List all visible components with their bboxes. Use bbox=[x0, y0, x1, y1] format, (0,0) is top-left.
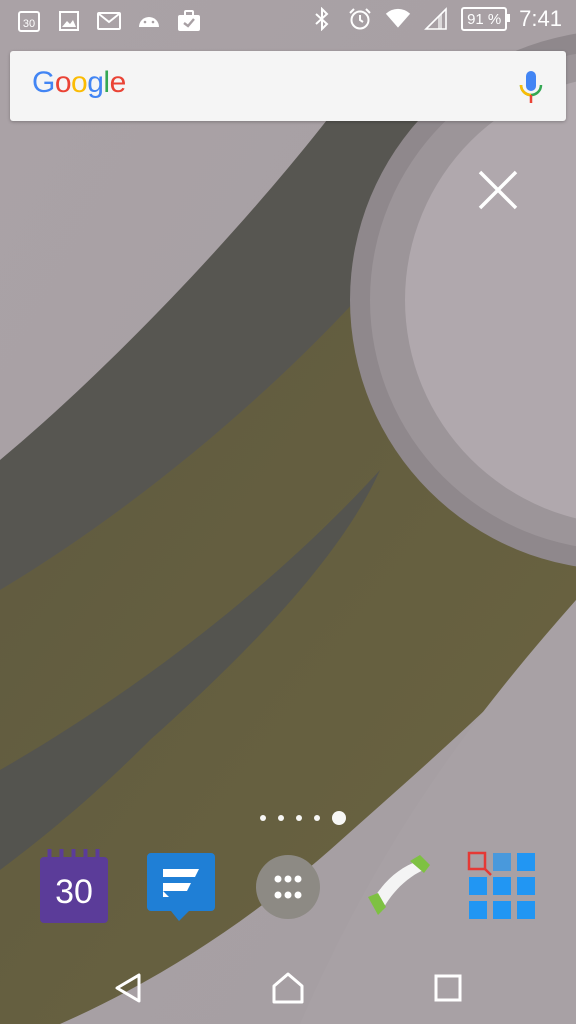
google-logo-letter: o bbox=[71, 66, 88, 99]
google-logo-letter: g bbox=[87, 66, 104, 99]
bluetooth-icon bbox=[309, 6, 335, 32]
wifi-icon bbox=[385, 6, 411, 32]
briefcase-check-icon bbox=[176, 8, 202, 34]
microphone-icon[interactable] bbox=[516, 69, 546, 107]
google-logo: Google bbox=[32, 66, 126, 100]
google-logo-letter: o bbox=[54, 66, 72, 99]
page-dot[interactable] bbox=[314, 815, 320, 821]
dock: 30 bbox=[0, 846, 576, 930]
google-logo-letter: G bbox=[32, 66, 55, 99]
app-drawer-icon[interactable] bbox=[249, 846, 327, 928]
recents-icon[interactable] bbox=[426, 966, 470, 1010]
tiles-app-icon[interactable] bbox=[464, 846, 542, 928]
calendar-icon: 30 bbox=[16, 8, 42, 34]
close-icon[interactable] bbox=[474, 166, 522, 214]
home-icon[interactable] bbox=[266, 966, 310, 1010]
calendar-app-day: 30 bbox=[55, 873, 93, 911]
page-dot[interactable] bbox=[296, 815, 302, 821]
phone-app-icon[interactable] bbox=[357, 846, 435, 928]
google-search-bar[interactable]: Google bbox=[10, 51, 566, 121]
battery-percent: 91 % bbox=[467, 10, 502, 28]
gallery-icon bbox=[56, 8, 82, 34]
calendar-day-text: 30 bbox=[23, 18, 35, 30]
battery-icon: 91 % bbox=[461, 7, 511, 31]
android-update-icon bbox=[136, 8, 162, 34]
page-indicator bbox=[0, 810, 576, 826]
page-dot-active[interactable] bbox=[332, 811, 346, 825]
cell-signal-icon bbox=[423, 6, 449, 32]
back-icon[interactable] bbox=[106, 966, 150, 1010]
messaging-app-icon[interactable] bbox=[142, 846, 220, 928]
clock-time: 7:41 bbox=[519, 6, 562, 31]
page-dot[interactable] bbox=[260, 815, 266, 821]
gmail-icon bbox=[96, 8, 122, 34]
google-logo-letter: e bbox=[109, 66, 127, 99]
page-dot[interactable] bbox=[278, 815, 284, 821]
status-bar: 30 91 % 7:41 bbox=[0, 0, 576, 40]
navigation-bar bbox=[0, 950, 576, 1024]
alarm-icon bbox=[347, 6, 373, 32]
calendar-app-icon[interactable]: 30 bbox=[35, 846, 113, 928]
